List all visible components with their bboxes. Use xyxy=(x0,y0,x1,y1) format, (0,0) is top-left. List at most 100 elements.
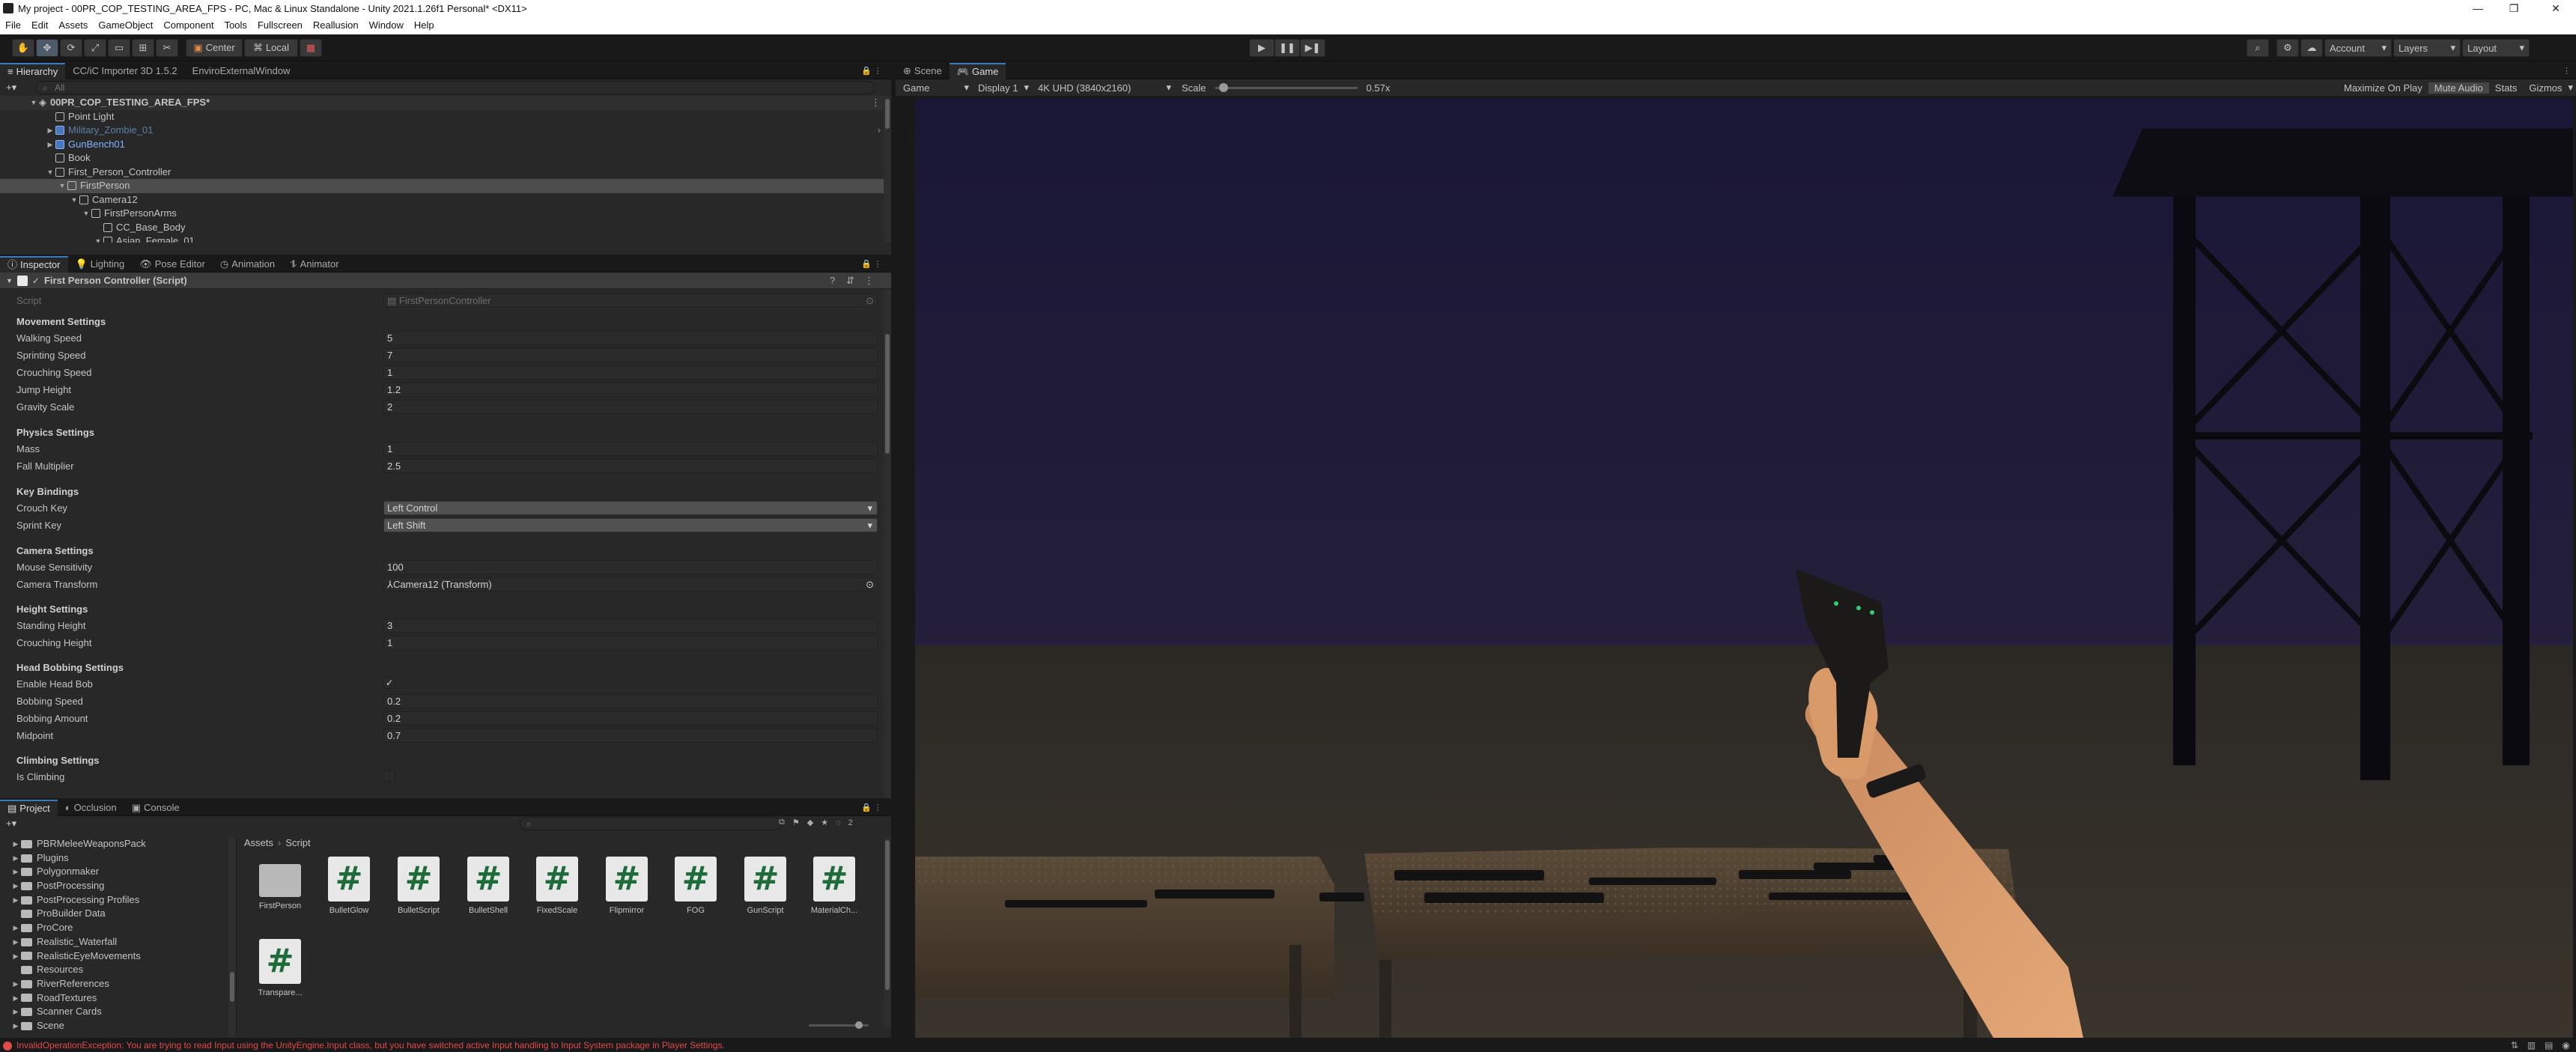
filter-label-icon[interactable]: ⚑ xyxy=(792,818,800,827)
folder-item[interactable]: ▶ Polygonmaker xyxy=(0,865,236,879)
asset-item[interactable]: # Flipmirror xyxy=(597,857,657,915)
asset-item[interactable]: # BulletScript xyxy=(389,857,449,915)
crouching-speed-field[interactable]: 1 xyxy=(383,365,878,380)
jump-height-field[interactable]: 1.2 xyxy=(383,383,878,397)
hierarchy-item[interactable]: Point Light xyxy=(0,110,891,124)
menu-help[interactable]: Help xyxy=(409,16,440,34)
enable-head-bob-checkbox[interactable]: ✓ xyxy=(383,677,395,689)
fall-multiplier-field[interactable]: 2.5 xyxy=(383,459,878,473)
mute-audio-toggle[interactable]: Mute Audio xyxy=(2428,82,2489,94)
is-climbing-checkbox[interactable] xyxy=(383,770,395,782)
preset-icon[interactable]: ⇵ xyxy=(846,275,854,287)
rotate-tool-button[interactable]: ⟳ xyxy=(60,38,82,57)
scrollbar-thumb[interactable] xyxy=(885,840,890,990)
cloud-button[interactable]: ☁ xyxy=(2300,39,2323,57)
sprint-key-dropdown[interactable]: Left Shift ▾ xyxy=(383,518,878,532)
settings-button[interactable]: ⚙ xyxy=(2276,39,2299,57)
transform-tool-button[interactable]: ⊞ xyxy=(132,38,154,57)
sprinting-speed-field[interactable]: 7 xyxy=(383,348,878,362)
tab-project[interactable]: ▤ Project xyxy=(0,799,58,816)
mass-field[interactable]: 1 xyxy=(383,442,878,456)
scrollbar-thumb[interactable] xyxy=(885,334,890,454)
folder-item[interactable]: ▶ RealisticEyeMovements xyxy=(0,949,236,964)
create-button[interactable]: +▾ xyxy=(6,818,36,830)
game-mode-dropdown[interactable]: Game ▾ xyxy=(899,82,973,94)
chevron-down-icon[interactable]: ▾ xyxy=(2565,82,2576,94)
menu-window[interactable]: Window xyxy=(364,16,409,34)
folder-item[interactable]: ▶ ProCore xyxy=(0,921,236,935)
tab-inspector[interactable]: ⓘ Inspector xyxy=(0,255,68,273)
mouse-sensitivity-field[interactable]: 100 xyxy=(383,560,878,574)
folder-item[interactable]: ▶ Realistic_Waterfall xyxy=(0,935,236,949)
hierarchy-item[interactable]: ▼ FirstPersonArms xyxy=(0,207,891,221)
tab-cc-importer[interactable]: CC/iC Importer 3D 1.5.2 xyxy=(65,63,184,79)
menu-fullscreen[interactable]: Fullscreen xyxy=(252,16,308,34)
folder-item[interactable]: ▶ PostProcessing Profiles xyxy=(0,893,236,907)
menu-edit[interactable]: Edit xyxy=(26,16,53,34)
project-search-input[interactable]: ⌕ xyxy=(520,817,782,830)
hierarchy-item[interactable]: Book xyxy=(0,151,891,165)
layers-dropdown[interactable]: Layers ▾ xyxy=(2393,39,2461,57)
slider-knob[interactable] xyxy=(1218,82,1228,92)
filter-type-icon[interactable]: ⧉ xyxy=(779,818,785,827)
console-error-message[interactable]: InvalidOperationException: You are tryin… xyxy=(16,1039,725,1052)
inspector-scrollbar[interactable] xyxy=(884,289,891,798)
tab-scene[interactable]: ⊕ Scene xyxy=(896,63,950,79)
notification-icon[interactable]: ◉ xyxy=(2563,1039,2570,1052)
asset-item[interactable]: # BulletGlow xyxy=(319,857,379,915)
lock-icon[interactable]: 🔒 ⋮ xyxy=(861,259,882,269)
resolution-dropdown[interactable]: 4K UHD (3840x2160) ▾ xyxy=(1033,82,1176,94)
progress-icon[interactable]: ▥ xyxy=(2527,1039,2536,1052)
pause-button[interactable]: ❚❚ xyxy=(1275,39,1300,57)
menu-component[interactable]: Component xyxy=(158,16,219,34)
game-viewport[interactable] xyxy=(915,99,2573,1038)
midpoint-field[interactable]: 0.7 xyxy=(383,729,878,743)
standing-height-field[interactable]: 3 xyxy=(383,618,878,633)
bobbing-speed-field[interactable]: 0.2 xyxy=(383,694,878,708)
more-options-icon[interactable]: ⋮ xyxy=(864,275,874,287)
stats-toggle[interactable]: Stats xyxy=(2489,82,2524,94)
tab-animator[interactable]: ⥮ Animator xyxy=(282,256,346,273)
star-icon[interactable]: ★ xyxy=(821,818,828,827)
component-header[interactable]: ▼ ✓ First Person Controller (Script) ? ⇵… xyxy=(0,273,891,289)
asset-item[interactable]: # FOG xyxy=(666,857,726,915)
breadcrumb-assets[interactable]: Assets xyxy=(244,837,273,848)
help-icon[interactable]: ? xyxy=(830,275,835,286)
collab-icon[interactable]: ▤ xyxy=(2545,1039,2553,1052)
close-button[interactable]: ✕ xyxy=(2539,0,2573,16)
maximize-on-play-toggle[interactable]: Maximize On Play xyxy=(2338,82,2428,94)
gizmos-toggle[interactable]: Gizmos xyxy=(2523,82,2565,94)
menu-assets[interactable]: Assets xyxy=(53,16,93,34)
hierarchy-item[interactable]: CC_Base_Body xyxy=(0,221,891,235)
crouching-height-field[interactable]: 1 xyxy=(383,636,878,650)
tab-animation[interactable]: ◷ Animation xyxy=(213,256,282,273)
folder-scrollbar[interactable] xyxy=(228,837,236,1036)
hand-tool-button[interactable]: ✋ xyxy=(12,38,34,57)
hierarchy-item-selected[interactable]: ▼ FirstPerson xyxy=(0,179,891,193)
object-picker-icon[interactable]: ⊙ xyxy=(866,578,874,591)
tab-game[interactable]: 🎮 Game xyxy=(949,62,1006,79)
eye-slash-icon[interactable]: ◌ xyxy=(836,818,841,827)
network-icon[interactable]: ⇅ xyxy=(2511,1039,2518,1052)
tab-pose-editor[interactable]: 👁 Pose Editor xyxy=(132,256,213,273)
asset-scrollbar[interactable] xyxy=(884,837,891,1027)
icon-size-slider[interactable] xyxy=(809,1021,869,1029)
camera-transform-field[interactable]: ⅄Camera12 (Transform) ⊙ xyxy=(383,577,878,592)
folder-item[interactable]: ▶ Plugins xyxy=(0,851,236,866)
scrollbar-thumb[interactable] xyxy=(230,972,234,1002)
hierarchy-item[interactable]: ▼ Asian_Female_01 xyxy=(0,234,891,243)
step-button[interactable]: ▶❚ xyxy=(1300,39,1325,57)
tag-icon[interactable]: ◆ xyxy=(807,818,813,827)
hierarchy-item[interactable]: ▼ First_Person_Controller xyxy=(0,165,891,180)
create-button[interactable]: +▾ xyxy=(6,82,36,94)
scene-row[interactable]: ▼ ◈ 00PR_COP_TESTING_AREA_FPS* ⋮ xyxy=(0,96,891,110)
menu-tools[interactable]: Tools xyxy=(219,16,252,34)
folder-item[interactable]: Resources xyxy=(0,963,236,977)
enable-checkbox[interactable]: ✓ xyxy=(32,276,40,286)
minimize-button[interactable]: — xyxy=(2461,0,2495,16)
pivot-toggle[interactable]: ▣ Center xyxy=(186,38,243,57)
tab-enviro-external[interactable]: EnviroExternalWindow xyxy=(185,63,298,79)
more-options-icon[interactable]: ⋮ xyxy=(871,96,881,110)
tab-lighting[interactable]: 💡 Lighting xyxy=(68,256,133,273)
folder-item[interactable]: ProBuilder Data xyxy=(0,907,236,921)
